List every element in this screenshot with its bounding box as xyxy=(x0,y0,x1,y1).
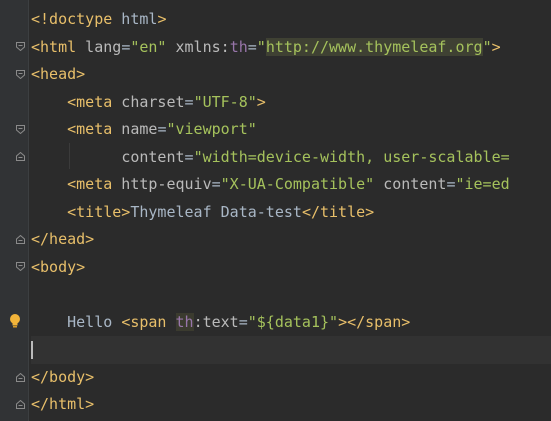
http-equiv-attr: http-equiv xyxy=(112,175,212,193)
name-value: "viewport" xyxy=(166,120,257,138)
fold-marker-icon[interactable] xyxy=(16,262,25,271)
code-line-4[interactable]: <meta charset="UTF-8"> xyxy=(31,89,551,117)
code-line-1[interactable]: <!doctype html> xyxy=(31,6,551,34)
code-line-14[interactable]: </body> xyxy=(31,364,551,392)
fold-end-marker-icon[interactable] xyxy=(16,373,25,382)
doctype-value: html xyxy=(112,10,158,28)
meta-open-tag: <meta xyxy=(67,120,113,138)
code-line-2[interactable]: <html lang="en" xmlns:th="http://www.thy… xyxy=(31,34,551,62)
http-equiv-value: "X-UA-Compatible" xyxy=(220,175,375,193)
fold-end-marker-icon[interactable] xyxy=(16,152,25,161)
title-open-tag: <title> xyxy=(67,202,131,221)
xmlns-attr: xmlns: xyxy=(166,37,230,56)
lang-attr: lang xyxy=(76,37,122,56)
hello-text: Hello xyxy=(67,312,122,331)
charset-value: "UTF-8" xyxy=(193,92,257,111)
equals: = xyxy=(184,92,194,111)
body-close-tag: </body> xyxy=(31,367,95,386)
gutter-divider xyxy=(28,0,29,421)
quote: " xyxy=(256,37,266,56)
meta-open-tag: <meta xyxy=(67,175,113,193)
code-line-15[interactable]: </html> xyxy=(31,391,551,419)
html-close-tag: </html> xyxy=(31,395,95,413)
equals: = xyxy=(238,312,248,331)
tag-close: > xyxy=(491,37,501,56)
content-attr: content xyxy=(374,175,447,193)
th-namespace: th xyxy=(229,37,248,56)
th-namespace: th xyxy=(175,312,194,331)
html-open-tag: <html xyxy=(31,37,77,56)
tag-close: > xyxy=(256,92,266,111)
body-open-tag: <body> xyxy=(31,257,86,276)
equals: = xyxy=(121,37,131,56)
text-value: "${data1}" xyxy=(247,312,339,331)
code-line-7[interactable]: <meta http-equiv="X-UA-Compatible" conte… xyxy=(31,171,551,199)
tag-close: > xyxy=(157,10,167,28)
editor-gutter[interactable] xyxy=(0,0,28,421)
head-close-tag: </head> xyxy=(31,230,95,248)
quote: " xyxy=(482,37,492,56)
text-caret xyxy=(31,341,33,359)
lang-value: "en" xyxy=(130,37,167,56)
title-close-tag: </title> xyxy=(301,202,375,221)
code-line-11[interactable] xyxy=(31,281,551,309)
code-line-9[interactable]: </head> xyxy=(31,226,551,254)
code-line-8[interactable]: <title>Thymeleaf Data-test</title> xyxy=(31,199,551,227)
code-line-5[interactable]: <meta name="viewport" xyxy=(31,116,551,144)
content-value: "ie=ed xyxy=(455,175,510,193)
name-attr: name xyxy=(112,120,158,138)
content-value: "width=device-width, user-scalable= xyxy=(193,147,510,166)
code-line-6[interactable]: content="width=device-width, user-scalab… xyxy=(31,144,551,172)
meta-open-tag: <meta xyxy=(67,92,113,111)
equals: = xyxy=(211,175,221,193)
span-close-tag: ></span> xyxy=(338,312,411,331)
title-text: Thymeleaf Data-test xyxy=(130,202,302,221)
thymeleaf-url[interactable]: http://www.thymeleaf.org xyxy=(265,37,483,56)
code-area[interactable]: <!doctype html> <html lang="en" xmlns:th… xyxy=(31,6,551,419)
code-line-10[interactable]: <body> xyxy=(31,254,551,282)
head-open-tag: <head> xyxy=(31,65,86,83)
charset-attr: charset xyxy=(112,92,185,111)
code-editor[interactable]: <!doctype html> <html lang="en" xmlns:th… xyxy=(0,0,551,421)
equals: = xyxy=(184,147,194,166)
span-open-tag: <span xyxy=(121,312,167,331)
code-line-3[interactable]: <head> xyxy=(31,61,551,89)
doctype-tag: <!doctype xyxy=(31,10,113,28)
code-line-13-current[interactable] xyxy=(31,336,551,364)
equals: = xyxy=(247,37,257,56)
fold-end-marker-icon[interactable] xyxy=(16,400,25,409)
fold-marker-icon[interactable] xyxy=(16,42,25,51)
fold-marker-icon[interactable] xyxy=(16,125,25,134)
lightbulb-intention-icon[interactable] xyxy=(8,313,22,329)
text-attr: :text xyxy=(193,312,239,331)
fold-marker-icon[interactable] xyxy=(16,70,25,79)
content-attr: content xyxy=(121,147,185,166)
code-line-12[interactable]: Hello <span th:text="${data1}"></span> xyxy=(31,309,551,337)
fold-end-marker-icon[interactable] xyxy=(16,235,25,244)
